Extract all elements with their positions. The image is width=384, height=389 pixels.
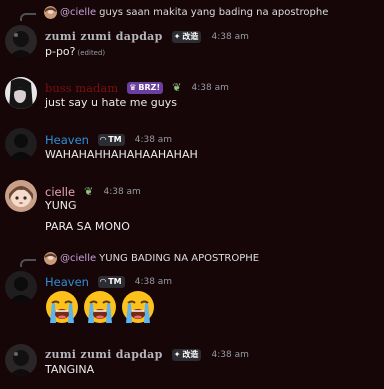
- reply-text: @cielle guys saan makita yang bading na a…: [60, 5, 328, 20]
- message-header: cielle ❦ 4:38 am: [45, 181, 141, 200]
- username[interactable]: buss madam: [45, 80, 118, 96]
- reply-snippet: YUNG BADING NA APOSTROPHE: [99, 253, 260, 264]
- loudly-crying-face-icon[interactable]: [82, 289, 118, 325]
- message-header: Heaven ◠ TM 4:38 am: [45, 129, 173, 148]
- sparkle-icon: ✦: [173, 31, 181, 41]
- message-content: PARA SA MONO: [45, 220, 130, 233]
- timestamp: 4:38 am: [134, 276, 173, 287]
- message-header: zumi zumi dapdap ✦ 改造 4:38 am: [45, 344, 249, 363]
- reply-snippet: guys saan makita yang bading na apostrop…: [99, 7, 329, 18]
- loudly-crying-face-icon[interactable]: [44, 289, 80, 325]
- avatar[interactable]: [5, 25, 37, 57]
- server-tag[interactable]: ♛ BRZ!: [127, 81, 164, 94]
- message-header: buss madam ♛ BRZ! ❦ 4:38 am: [45, 77, 229, 96]
- reply-preview[interactable]: @cielle YUNG BADING NA APOSTROPHE: [0, 251, 384, 267]
- reply-preview[interactable]: @cielle guys saan makita yang bading na a…: [0, 5, 384, 21]
- server-tag[interactable]: ◠ TM: [98, 275, 125, 288]
- message-content: [44, 289, 158, 327]
- reply-connector: [20, 259, 36, 267]
- server-tag[interactable]: ✦ 改造: [171, 30, 202, 43]
- message-content: YUNG: [45, 199, 77, 212]
- reply-avatar: [44, 6, 57, 19]
- sparkle-icon: ✦: [173, 349, 181, 359]
- headphones-icon: ◠: [100, 276, 107, 286]
- message-content: WAHAHAHHAHAHAAHAHAH: [45, 148, 198, 161]
- message-header: zumi zumi dapdap ✦ 改造 4:38 am: [45, 26, 249, 45]
- reply-text: @cielle YUNG BADING NA APOSTROPHE: [60, 251, 259, 266]
- timestamp: 4:38 am: [134, 134, 173, 145]
- timestamp: 4:38 am: [103, 186, 141, 197]
- reply-avatar: [44, 252, 57, 265]
- avatar[interactable]: [5, 271, 37, 303]
- loudly-crying-face-icon[interactable]: [120, 289, 156, 325]
- avatar[interactable]: [5, 77, 37, 109]
- timestamp: 4:38 am: [211, 349, 249, 360]
- username[interactable]: zumi zumi dapdap: [45, 29, 163, 45]
- server-tag[interactable]: ✦ 改造: [171, 348, 202, 361]
- reply-mention[interactable]: @cielle: [60, 7, 96, 18]
- username[interactable]: zumi zumi dapdap: [45, 347, 163, 363]
- message-content: p-po? (edited): [45, 45, 106, 58]
- leaf-icon[interactable]: ❦: [84, 184, 93, 200]
- headphones-icon: ◠: [100, 134, 107, 144]
- message-content: TANGINA: [45, 363, 95, 376]
- avatar[interactable]: [5, 344, 37, 376]
- message-content: just say u hate me guys: [45, 96, 177, 109]
- timestamp: 4:38 am: [211, 31, 249, 42]
- reply-connector: [20, 13, 36, 21]
- reply-mention[interactable]: @cielle: [60, 253, 96, 264]
- message-header: Heaven ◠ TM 4:38 am: [45, 271, 173, 290]
- edited-label: (edited): [77, 49, 106, 57]
- username[interactable]: Heaven: [45, 274, 89, 290]
- avatar[interactable]: [5, 180, 37, 212]
- username[interactable]: Heaven: [45, 132, 89, 148]
- timestamp: 4:38 am: [191, 82, 229, 93]
- avatar[interactable]: [5, 128, 37, 160]
- leaf-icon[interactable]: ❦: [172, 80, 181, 96]
- server-tag[interactable]: ◠ TM: [98, 133, 125, 146]
- crown-icon: ♛: [129, 82, 137, 92]
